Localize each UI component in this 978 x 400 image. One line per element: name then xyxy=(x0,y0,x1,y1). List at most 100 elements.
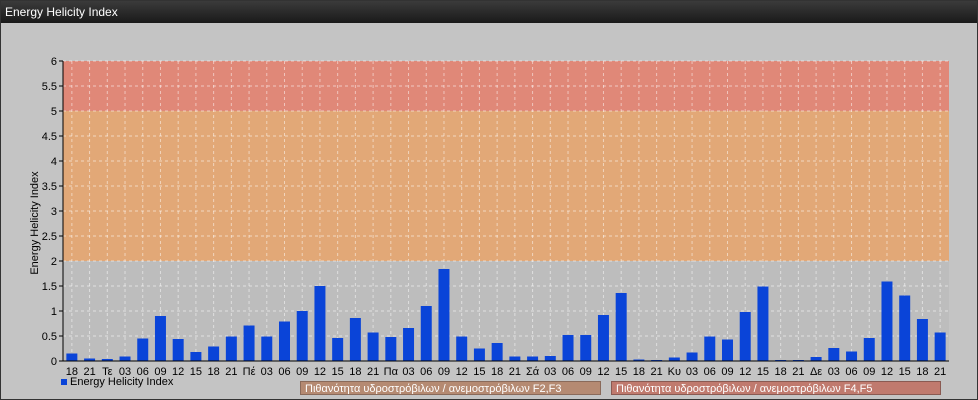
bar xyxy=(225,336,237,361)
x-tick-label: 18 xyxy=(207,366,219,378)
bar xyxy=(190,352,202,361)
x-tick-label: 06 xyxy=(704,366,716,378)
bar xyxy=(544,356,556,361)
x-tick-label: 15 xyxy=(899,366,911,378)
x-tick-label: 21 xyxy=(792,366,804,378)
legend-swatch xyxy=(61,379,67,386)
bar xyxy=(527,356,539,361)
bar xyxy=(385,337,397,361)
x-tick-label: 18 xyxy=(633,366,645,378)
bar xyxy=(704,336,716,361)
x-tick-label: 15 xyxy=(473,366,485,378)
bar xyxy=(491,343,503,361)
x-tick-label: 09 xyxy=(296,366,308,378)
x-tick-label: 12 xyxy=(881,366,893,378)
bar xyxy=(828,348,840,361)
x-tick-label: 09 xyxy=(721,366,733,378)
x-tick-label: 09 xyxy=(580,366,592,378)
bar xyxy=(403,328,415,361)
x-tick-label: 15 xyxy=(757,366,769,378)
bar xyxy=(668,357,680,361)
chart-svg: 00.511.522.533.544.555.5618 21 Τε 03 06 09 12 1… xyxy=(29,56,949,378)
x-tick-label: 12 xyxy=(597,366,609,378)
bar xyxy=(934,332,946,361)
bar xyxy=(119,356,131,361)
bar xyxy=(580,335,592,361)
y-tick-label: 4.5 xyxy=(42,131,57,143)
bar xyxy=(296,311,308,361)
x-tick-label: 03 xyxy=(261,366,273,378)
bar xyxy=(420,306,432,361)
x-tick-label: 21 xyxy=(225,366,237,378)
x-tick-label: 18 xyxy=(775,366,787,378)
y-tick-label: 3 xyxy=(51,206,57,218)
bar xyxy=(172,339,184,361)
bar xyxy=(137,338,149,361)
bar xyxy=(881,281,893,361)
y-tick-label: 1 xyxy=(51,306,57,318)
x-tick-label: Κυ xyxy=(668,366,681,378)
bar xyxy=(261,336,273,361)
bar xyxy=(314,286,326,361)
x-tick-label: 03 xyxy=(686,366,698,378)
bar xyxy=(279,321,290,361)
x-tick-label: 18 xyxy=(491,366,503,378)
y-tick-label: 4 xyxy=(51,156,57,168)
x-tick-label: Σά xyxy=(526,366,540,378)
bar xyxy=(863,338,875,361)
x-tick-label: 21 xyxy=(367,366,379,378)
y-tick-label: 6 xyxy=(51,56,57,68)
bar xyxy=(473,348,485,361)
y-tick-label: 2 xyxy=(51,256,57,268)
x-tick-label: 12 xyxy=(739,366,751,378)
bar xyxy=(686,352,698,361)
bar xyxy=(597,315,609,361)
x-tick-label: 21 xyxy=(509,366,521,378)
y-tick-label: 2.5 xyxy=(42,231,57,243)
x-tick-label: 15 xyxy=(332,366,344,378)
bar xyxy=(438,269,450,361)
y-tick-label: 3.5 xyxy=(42,181,57,193)
x-tick-label: 03 xyxy=(828,366,840,378)
bar xyxy=(739,312,751,361)
legend-series-label: Energy Helicity Index xyxy=(70,376,174,388)
legend-band-f4f5: Πιθανότητα υδροστρόβιλων / ανεμοστρόβιλω… xyxy=(611,381,941,395)
x-tick-label: Δε xyxy=(810,366,822,378)
x-tick-label: 18 xyxy=(349,366,361,378)
y-tick-label: 5 xyxy=(51,106,57,118)
bar xyxy=(349,318,361,361)
legend-series-item: Energy Helicity Index xyxy=(61,376,173,388)
x-tick-label: 18 xyxy=(916,366,928,378)
bar xyxy=(154,316,166,361)
bar xyxy=(916,319,928,361)
x-tick-label: 06 xyxy=(845,366,857,378)
x-tick-label: 09 xyxy=(863,366,875,378)
x-tick-label: 03 xyxy=(402,366,414,378)
bar xyxy=(562,335,574,361)
x-tick-label: 06 xyxy=(562,366,574,378)
bar xyxy=(757,286,769,361)
y-tick-label: 0.5 xyxy=(42,331,57,343)
bar xyxy=(846,351,858,361)
bar xyxy=(243,325,255,361)
x-tick-label: 03 xyxy=(544,366,556,378)
x-tick-label: 06 xyxy=(420,366,432,378)
bar xyxy=(810,357,822,361)
bar xyxy=(722,339,733,361)
bar xyxy=(456,336,468,361)
bar xyxy=(66,353,78,361)
x-tick-label: 12 xyxy=(314,366,326,378)
bar xyxy=(509,356,521,361)
bar xyxy=(208,346,220,361)
x-tick-label: 06 xyxy=(278,366,290,378)
x-tick-label: 15 xyxy=(190,366,202,378)
y-tick-label: 5.5 xyxy=(42,81,57,93)
x-tick-label: 12 xyxy=(172,366,184,378)
x-tick-label: 09 xyxy=(438,366,450,378)
bar xyxy=(899,295,911,361)
window-titlebar: Energy Helicity Index xyxy=(1,1,977,23)
bar xyxy=(367,332,379,361)
bar xyxy=(615,293,627,361)
x-tick-label: 12 xyxy=(456,366,468,378)
bar xyxy=(332,338,344,361)
